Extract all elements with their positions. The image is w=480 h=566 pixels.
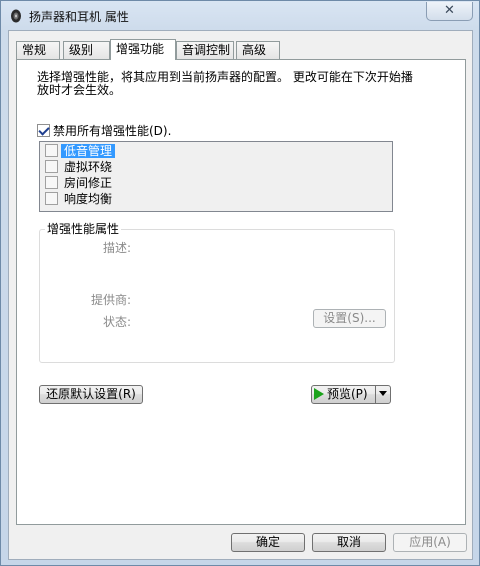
checkbox-icon[interactable]	[45, 160, 58, 173]
tab-levels[interactable]: 级别	[63, 41, 110, 60]
restore-defaults-button[interactable]: 还原默认设置(R)	[39, 385, 143, 404]
preview-dropdown[interactable]	[375, 386, 390, 403]
window-title: 扬声器和耳机 属性	[29, 10, 129, 24]
list-item-loudness-equalization[interactable]: 响度均衡	[45, 192, 115, 207]
tab-label: 级别	[69, 43, 94, 57]
ok-button[interactable]: 确定	[231, 533, 305, 552]
tab-strip: 常规 级别 增强功能 音调控制 高级	[16, 39, 456, 60]
enhancements-description: 选择增强性能，将其应用到当前扬声器的配置。 更改可能在下次开始播放时才会生效。	[37, 70, 413, 97]
list-item-bass-management[interactable]: 低音管理	[45, 144, 116, 159]
provider-label: 提供商:	[90, 293, 131, 307]
list-item-label: 房间修正	[64, 176, 113, 190]
properties-dialog: 扬声器和耳机 属性 ✕ 常规 级别 增强功能 音调控制 高级 选择增强性能，将其…	[0, 0, 480, 566]
list-item-label: 响度均衡	[64, 192, 113, 206]
group-title: 增强性能属性	[45, 222, 122, 236]
dialog-client-area: 常规 级别 增强功能 音调控制 高级 选择增强性能，将其应用到当前扬声器的配置。…	[8, 30, 473, 560]
chevron-down-icon	[379, 391, 387, 396]
tab-advanced[interactable]: 高级	[236, 41, 280, 60]
tab-general[interactable]: 常规	[16, 41, 60, 60]
play-icon	[314, 388, 324, 400]
preview-button[interactable]: 预览(P)	[311, 385, 391, 404]
enhancements-panel: 选择增强性能，将其应用到当前扬声器的配置。 更改可能在下次开始播放时才会生效。 …	[16, 59, 466, 525]
disable-all-label: 禁用所有增强性能(D).	[53, 124, 172, 138]
apply-button[interactable]: 应用(A)	[393, 533, 467, 552]
description-label: 描述:	[102, 241, 131, 255]
tab-tone-control[interactable]: 音调控制	[176, 41, 234, 60]
cancel-button[interactable]: 取消	[312, 533, 386, 552]
disable-all-checkbox[interactable]: 禁用所有增强性能(D).	[37, 124, 171, 138]
preview-label: 预览(P)	[327, 387, 368, 401]
tab-enhancements[interactable]: 增强功能	[110, 39, 176, 60]
checkbox-icon[interactable]	[45, 144, 58, 157]
tab-label: 高级	[242, 43, 267, 57]
title-bar[interactable]: 扬声器和耳机 属性 ✕	[1, 1, 479, 29]
enhancements-list[interactable]: 低音管理 虚拟环绕 房间修正 响度均衡	[39, 141, 393, 212]
tab-label: 音调控制	[182, 43, 231, 57]
tab-label: 常规	[22, 43, 47, 57]
close-icon: ✕	[444, 3, 455, 18]
checkbox-checked-icon[interactable]	[37, 124, 50, 137]
enhancement-properties-group: 增强性能属性 描述: 提供商: 状态: 设置(S)...	[39, 222, 395, 363]
list-item-virtual-surround[interactable]: 虚拟环绕	[45, 160, 115, 175]
speaker-icon	[11, 9, 21, 23]
tab-label: 增强功能	[116, 42, 165, 56]
list-item-label: 虚拟环绕	[64, 160, 113, 174]
close-button[interactable]: ✕	[426, 2, 473, 21]
status-label: 状态:	[102, 315, 131, 329]
checkbox-icon[interactable]	[45, 192, 58, 205]
list-item-label: 低音管理	[61, 144, 116, 158]
list-item-room-correction[interactable]: 房间修正	[45, 176, 115, 191]
checkbox-icon[interactable]	[45, 176, 58, 189]
settings-button[interactable]: 设置(S)...	[313, 309, 386, 328]
